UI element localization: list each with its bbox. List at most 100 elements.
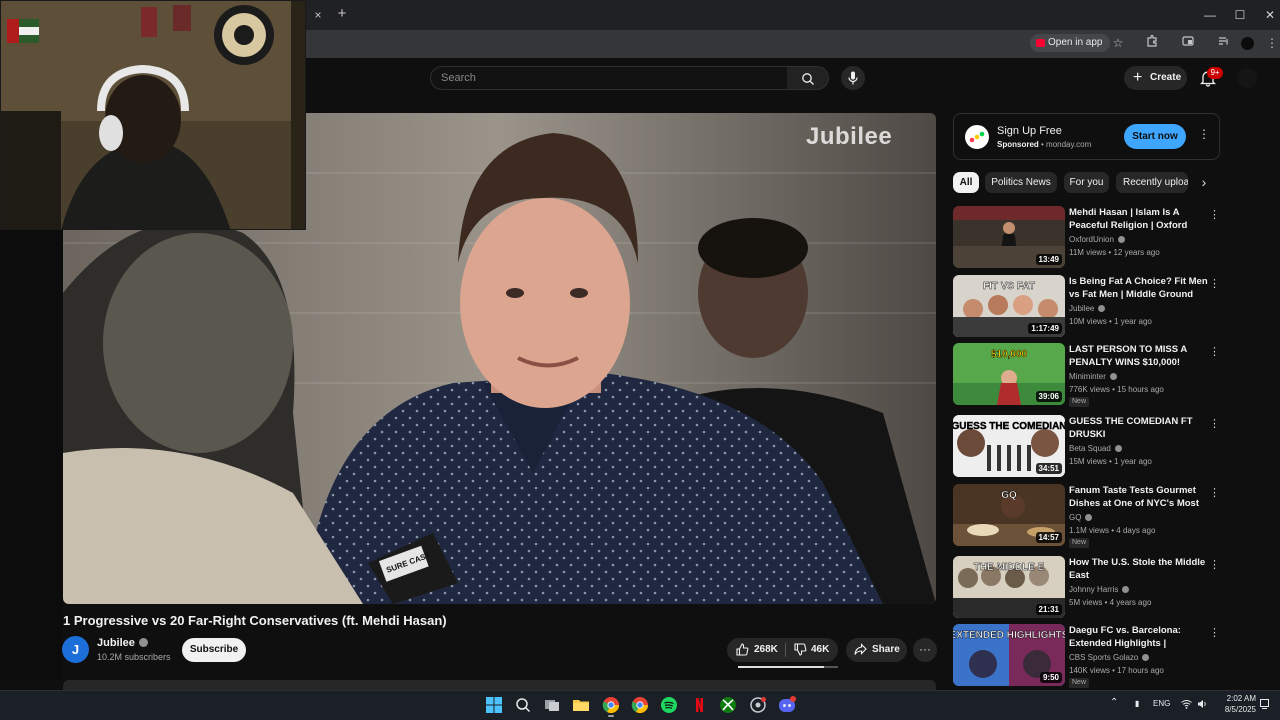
subscribe-button[interactable]: Subscribe [182, 638, 246, 662]
recommendation-item[interactable]: $10,000 39:06 LAST PERSON TO MISS A PENALT… [953, 343, 1223, 407]
recommendation-item[interactable]: GUESS THE COMEDIAN 34:51 GUESS THE COMEDIA… [953, 415, 1223, 479]
description-box[interactable] [63, 680, 936, 690]
bookmark-star-icon[interactable]: ☆ [1110, 35, 1126, 51]
close-window-button[interactable]: ✕ [1259, 5, 1280, 25]
search-input[interactable] [431, 67, 787, 89]
channel-avatar[interactable]: J [62, 636, 89, 663]
tray-chevron-icon[interactable]: ⌃ [1110, 697, 1118, 708]
upload-age: 4 years ago [1109, 598, 1152, 607]
recommendation-title[interactable]: LAST PERSON TO MISS A PENALTY WINS $10,0… [1069, 343, 1209, 369]
task-view-icon[interactable] [543, 696, 561, 714]
windows-search-icon[interactable] [514, 696, 532, 714]
split-view-icon[interactable] [1180, 35, 1196, 51]
language-indicator[interactable]: ENG [1153, 699, 1170, 708]
voice-search-button[interactable] [841, 66, 865, 90]
thumbnail-text: $10,000 [991, 349, 1028, 360]
sponsored-ad-card[interactable]: Sign Up Free Sponsored • monday.com Star… [953, 113, 1220, 160]
like-button[interactable]: 268K [727, 638, 785, 662]
video-thumbnail[interactable]: 13:49 [953, 206, 1065, 268]
video-thumbnail[interactable]: FIT VS FAT 1:17:49 [953, 275, 1065, 337]
more-options-icon[interactable]: ⋮ [1209, 277, 1220, 291]
verified-check-icon [1085, 514, 1093, 521]
tab-close-icon[interactable]: × [310, 7, 326, 23]
recommendation-item[interactable]: THE MIDDLE E 21:31 How The U.S. Stole the … [953, 556, 1223, 620]
chip-all[interactable]: All [953, 172, 979, 193]
more-options-icon[interactable]: ⋮ [1209, 626, 1220, 640]
extensions-icon[interactable] [1144, 34, 1160, 51]
video-thumbnail[interactable]: EXTENDED HIGHLIGHTS 9:50 [953, 624, 1065, 686]
search-icon [802, 73, 814, 85]
search-field[interactable] [430, 66, 788, 90]
recommendation-title[interactable]: How The U.S. Stole the Middle East [1069, 556, 1209, 582]
share-button[interactable]: Share [846, 638, 907, 662]
channel-name: OxfordUnion [1069, 235, 1114, 244]
recommendation-channel[interactable]: OxfordUnion [1069, 235, 1125, 244]
recommendation-meta: 11M views • 12 years ago [1069, 248, 1160, 257]
video-thumbnail[interactable]: $10,000 39:06 [953, 343, 1065, 405]
recommendation-channel[interactable]: GQ [1069, 513, 1093, 522]
notification-center-icon[interactable] [1260, 699, 1269, 711]
account-avatar[interactable] [1237, 68, 1257, 88]
recommendation-channel[interactable]: Miniminter [1069, 372, 1117, 381]
recommendation-channel[interactable]: CBS Sports Golazo [1069, 653, 1150, 662]
taskbar-clock[interactable]: 2:02 AM 8/5/2025 [1212, 693, 1256, 715]
ad-start-now-button[interactable]: Start now [1124, 124, 1186, 149]
like-ratio-bar [738, 666, 838, 668]
search-button[interactable] [787, 66, 829, 90]
recommendation-title[interactable]: Fanum Taste Tests Gourmet Dishes at One … [1069, 484, 1209, 510]
recommendation-meta: 15M views • 1 year ago [1069, 457, 1152, 466]
chevron-right-icon[interactable]: › [1196, 174, 1212, 190]
recommendation-item[interactable]: 13:49 Mehdi Hasan | Islam Is A Peaceful R… [953, 206, 1223, 270]
tray-widget-icon[interactable]: ▮ [1135, 699, 1139, 708]
video-thumbnail[interactable]: GQ 14:57 [953, 484, 1065, 546]
recommendation-title[interactable]: Mehdi Hasan | Islam Is A Peaceful Religi… [1069, 206, 1209, 232]
media-control-icon[interactable] [1216, 35, 1232, 51]
xbox-icon[interactable] [719, 696, 737, 714]
volume-icon[interactable] [1197, 699, 1207, 711]
channel-name-link[interactable]: Jubilee [97, 637, 148, 649]
ad-more-options-icon[interactable]: ⋮ [1198, 127, 1210, 147]
netflix-icon[interactable] [690, 696, 708, 714]
recommendation-item[interactable]: GQ 14:57 Fanum Taste Tests Gourmet Dishes … [953, 484, 1223, 548]
file-explorer-icon[interactable] [572, 696, 590, 714]
recommendation-channel[interactable]: Beta Squad [1069, 444, 1122, 453]
maximize-button[interactable]: ☐ [1229, 5, 1251, 25]
more-options-icon[interactable]: ⋮ [1209, 558, 1220, 572]
recommendation-channel[interactable]: Johnny Harris [1069, 585, 1130, 594]
more-options-icon[interactable]: ⋮ [1209, 208, 1220, 222]
webcam-feed-image [1, 1, 305, 229]
dislike-button[interactable]: 46K [786, 638, 838, 662]
new-tab-button[interactable]: + [333, 5, 351, 23]
chrome-profile-taskbar-icon[interactable] [631, 696, 649, 714]
video-thumbnail[interactable]: THE MIDDLE E 21:31 [953, 556, 1065, 618]
meta-separator: • [1102, 598, 1110, 607]
discord-icon[interactable] [778, 696, 796, 714]
chip-recently-uploaded[interactable]: Recently uploaded [1116, 172, 1188, 193]
wifi-icon[interactable] [1181, 699, 1192, 711]
view-count: 15M views [1069, 457, 1107, 466]
more-actions-button[interactable]: ··· [913, 638, 937, 662]
recommendation-channel[interactable]: Jubilee [1069, 304, 1106, 313]
create-button[interactable]: + Create [1124, 66, 1187, 90]
recommendation-item[interactable]: EXTENDED HIGHLIGHTS 9:50 Daegu FC vs. Barc… [953, 624, 1223, 688]
more-options-icon[interactable]: ⋮ [1209, 486, 1220, 500]
recommendation-title[interactable]: Daegu FC vs. Barcelona: Extended Highlig… [1069, 624, 1209, 650]
windows-start-icon[interactable] [485, 696, 503, 714]
recommendation-item[interactable]: FIT VS FAT 1:17:49 Is Being Fat A Choice? … [953, 275, 1223, 339]
more-options-icon[interactable]: ⋮ [1209, 417, 1220, 431]
game-app-icon[interactable] [749, 696, 767, 714]
minimize-button[interactable]: — [1199, 5, 1221, 25]
more-options-icon[interactable]: ⋮ [1209, 345, 1220, 359]
chrome-taskbar-icon[interactable] [602, 696, 620, 714]
chip-politics-news[interactable]: Politics News [985, 172, 1057, 193]
recommendation-title[interactable]: GUESS THE COMEDIAN FT DRUSKI [1069, 415, 1209, 441]
recommendation-title[interactable]: Is Being Fat A Choice? Fit Men vs Fat Me… [1069, 275, 1209, 301]
open-in-app-button[interactable]: Open in app [1030, 34, 1110, 52]
like-dislike-group: 268K 46K [727, 638, 838, 662]
browser-menu-icon[interactable]: ⋮ [1264, 35, 1280, 51]
view-count: 11M views [1069, 248, 1107, 257]
video-thumbnail[interactable]: GUESS THE COMEDIAN 34:51 [953, 415, 1065, 477]
chip-for-you[interactable]: For you [1064, 172, 1109, 193]
spotify-icon[interactable] [660, 696, 678, 714]
browser-profile-avatar[interactable] [1241, 37, 1254, 50]
